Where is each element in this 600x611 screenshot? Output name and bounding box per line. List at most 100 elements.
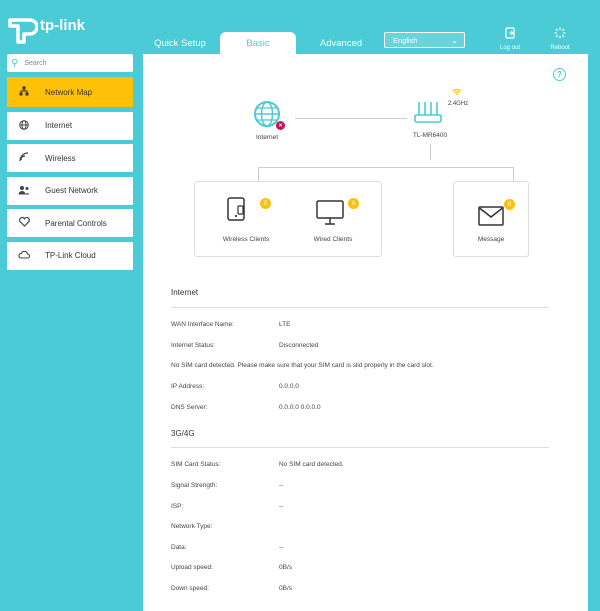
tp-link-logo-icon — [8, 18, 38, 44]
data-label: Data: — [171, 544, 187, 551]
sim-status-value: No SIM card detected. — [279, 461, 344, 468]
sim-status-row: SIM Card Status: No SIM card detected. — [171, 461, 551, 468]
sidebar-item-label: Parental Controls — [45, 218, 107, 228]
tab-basic[interactable]: Basic — [220, 32, 296, 54]
sidebar-item-label: Internet — [45, 121, 73, 130]
connection-line — [258, 167, 259, 181]
download-speed-value: 0B/s — [279, 585, 293, 592]
sidebar-item-parental-controls[interactable]: Parental Controls — [7, 209, 133, 237]
ip-address-value: 0.0.0.0 — [279, 383, 299, 390]
brand-name: tp-link — [40, 16, 85, 34]
sim-status-label: SIM Card Status: — [171, 461, 221, 468]
logout-icon — [505, 27, 515, 39]
tab-quick-setup[interactable]: Quick Setup — [140, 32, 220, 54]
signal-strength-value: -- — [279, 482, 284, 489]
wan-interface-row: WAN Interface Name: LTE — [171, 321, 551, 328]
wireless-clients-button[interactable] — [225, 196, 253, 232]
tablet-icon — [227, 197, 245, 221]
internet-status-label: Internet Status: — [171, 342, 216, 349]
data-value: -- — [279, 544, 284, 551]
sidebar-item-label: TP-Link Cloud — [45, 251, 96, 260]
guest-icon — [15, 185, 33, 197]
connection-line — [295, 118, 407, 119]
connection-line — [258, 167, 513, 168]
data-row: Data: -- — [171, 544, 551, 551]
search-input[interactable]: ⚲ Search — [7, 54, 133, 72]
internet-error-icon: × — [276, 121, 285, 130]
clients-card — [194, 181, 382, 257]
sidebar-item-label: Wireless — [45, 153, 76, 163]
logout-button[interactable]: Log out — [490, 26, 530, 51]
sidebar-item-tp-link-cloud[interactable]: TP-Link Cloud — [7, 241, 133, 270]
upload-speed-row: Upload speed: 0B/s — [171, 564, 551, 571]
sim-notice: No SIM card detected. Please make sure t… — [171, 362, 434, 369]
download-speed-row: Down speed: 0B/s — [171, 585, 551, 592]
help-icon[interactable]: ? — [553, 68, 566, 81]
sidebar-item-label: Guest Network — [45, 186, 98, 195]
wired-clients-button[interactable] — [315, 198, 347, 230]
wireless-clients-count: 0 — [260, 198, 271, 209]
upload-speed-label: Upload speed: — [171, 564, 213, 571]
network-type-label: Network Type: — [171, 523, 213, 530]
sidebar-item-network-map[interactable]: Network Map — [7, 77, 133, 107]
tp-link-logo: tp-link — [8, 14, 85, 44]
band-label: 2.4GHz — [447, 101, 469, 107]
sidebar-item-wireless[interactable]: Wireless — [7, 144, 133, 172]
network-map-icon — [15, 86, 33, 98]
header: tp-link Quick Setup Basic Advanced Engli… — [0, 0, 600, 56]
search-icon: ⚲ — [11, 57, 19, 69]
wifi-signal-icon — [452, 88, 462, 96]
wired-clients-label: Wired Clients — [313, 236, 353, 243]
wan-interface-label: WAN Interface Name: — [171, 321, 234, 328]
language-select[interactable]: English ⌄ — [384, 32, 465, 48]
internet-section-title: Internet — [171, 288, 199, 297]
search-placeholder: Search — [24, 59, 47, 67]
router-icon[interactable] — [413, 100, 443, 126]
section-divider — [171, 307, 549, 308]
monitor-icon — [316, 200, 344, 225]
section-divider — [171, 447, 549, 448]
isp-label: ISP: — [171, 503, 184, 510]
isp-value: -- — [279, 503, 284, 510]
chevron-down-icon: ⌄ — [451, 36, 458, 45]
internet-node-label: Internet — [255, 134, 279, 141]
heart-icon — [15, 216, 33, 229]
sidebar-item-internet[interactable]: Internet — [7, 111, 133, 140]
cell-section-title: 3G/4G — [171, 429, 195, 438]
language-value: English — [393, 35, 418, 45]
signal-strength-row: Signal Strength: -- — [171, 482, 551, 489]
content-panel: ? × Internet 2.4GHz TL-MR6400 0 Wireless — [143, 54, 588, 611]
download-speed-label: Down speed: — [171, 585, 209, 592]
ip-address-label: IP Address: — [171, 383, 205, 390]
envelope-icon — [478, 206, 504, 231]
tab-advanced[interactable]: Advanced — [296, 32, 386, 54]
cloud-icon — [15, 250, 33, 261]
globe-icon — [15, 119, 33, 132]
sidebar-item-label: Network Map — [45, 87, 93, 97]
internet-status-row: Internet Status: Disconnected — [171, 342, 551, 349]
internet-status-value: Disconnected — [279, 342, 319, 349]
sidebar: ⚲ Search Network Map Internet Wireless G… — [7, 54, 133, 274]
reboot-icon — [554, 27, 566, 39]
ip-address-row: IP Address: 0.0.0.0 — [171, 383, 551, 390]
dns-server-label: DNS Server: — [171, 404, 208, 411]
dns-server-row: DNS Server: 0.0.0.0 0.0.0.0 — [171, 404, 551, 411]
connection-line — [430, 144, 431, 160]
wireless-clients-label: Wireless Clients — [222, 236, 270, 243]
upload-speed-value: 0B/s — [279, 564, 293, 571]
connection-line — [513, 167, 514, 181]
reboot-label: Reboot — [550, 45, 570, 51]
message-label: Message — [477, 236, 505, 243]
wifi-icon — [15, 152, 33, 164]
reboot-button[interactable]: Reboot — [540, 26, 580, 51]
wired-clients-count: 0 — [348, 198, 359, 209]
logout-label: Log out — [499, 45, 521, 51]
network-type-row: Network Type: — [171, 523, 551, 530]
wan-interface-value: LTE — [279, 321, 291, 328]
dns-server-value: 0.0.0.0 0.0.0.0 — [279, 404, 321, 411]
sidebar-item-guest-network[interactable]: Guest Network — [7, 176, 133, 205]
router-model-label: TL-MR6400 — [412, 132, 448, 139]
signal-strength-label: Signal Strength: — [171, 482, 218, 489]
main-tabs: Quick Setup Basic Advanced — [140, 32, 386, 54]
message-count: 0 — [504, 199, 515, 210]
